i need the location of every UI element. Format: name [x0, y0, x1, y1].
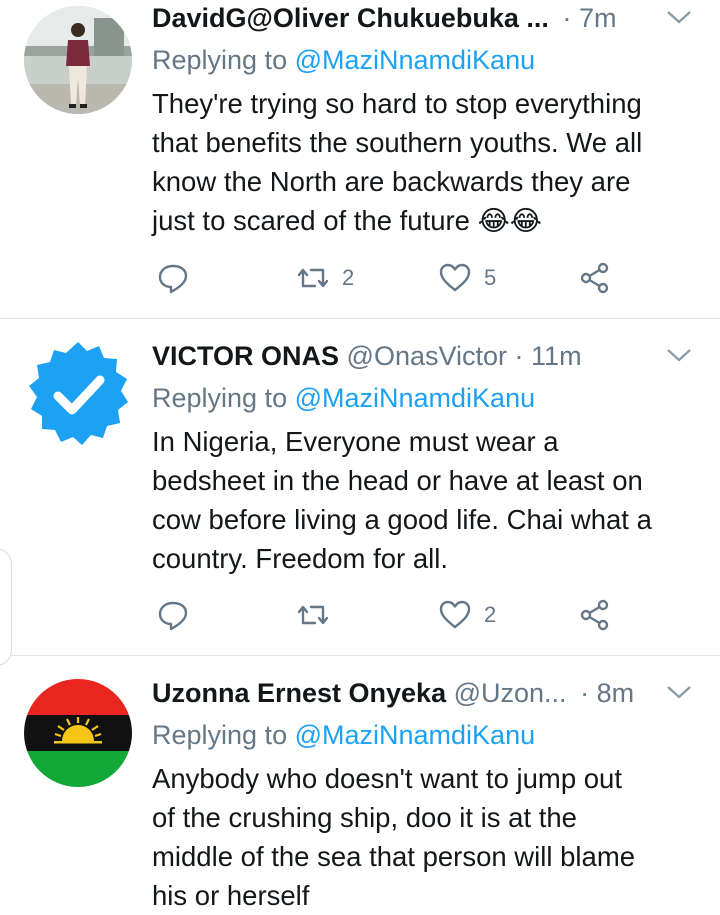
tweet-text-line: They're trying so hard to stop everythin…: [152, 88, 642, 119]
display-name[interactable]: DavidG@Oliver Chukuebuka ...: [152, 3, 549, 33]
chevron-down-icon[interactable]: [665, 6, 693, 28]
tweet-text-line: his or herself: [152, 880, 310, 911]
tweet-header: VICTOR ONAS @OnasVictor · 11m: [152, 338, 692, 374]
side-drawer-handle[interactable]: [0, 548, 12, 666]
reply-icon: [158, 264, 188, 294]
display-name[interactable]: VICTOR ONAS: [152, 341, 339, 371]
mention-link[interactable]: @MaziNnamdiKanu: [295, 720, 536, 750]
divider: [0, 318, 720, 319]
reply-button[interactable]: [156, 597, 190, 633]
tweet-text-line: cow before living a good life. Chai what…: [152, 504, 652, 535]
share-icon: [580, 599, 609, 631]
replying-to: Replying to @MaziNnamdiKanu: [152, 717, 535, 753]
tweet-text-line: Anybody who doesn't want to jump out: [152, 763, 622, 794]
share-button[interactable]: [578, 260, 612, 296]
person-photo-icon: [24, 6, 132, 114]
handle[interactable]: @Uzon...: [454, 678, 567, 708]
replying-to: Replying to @MaziNnamdiKanu: [152, 380, 535, 416]
replying-to: Replying to @MaziNnamdiKanu: [152, 42, 535, 78]
share-button[interactable]: [578, 597, 612, 633]
tweet[interactable]: Uzonna Ernest Onyeka @Uzon... · 8m Reply…: [0, 675, 720, 914]
like-count: 2: [484, 602, 497, 627]
tweet[interactable]: DavidG@Oliver Chukuebuka ... · 7m Replyi…: [0, 0, 720, 318]
replying-prefix: Replying to: [152, 383, 295, 413]
avatar[interactable]: [24, 340, 132, 448]
like-button[interactable]: 5: [438, 260, 496, 296]
replying-prefix: Replying to: [152, 720, 295, 750]
tweet-text: In Nigeria, Everyone must wear a bedshee…: [152, 422, 697, 578]
tweet-text-line: bedsheet in the head or have at least on: [152, 465, 643, 496]
tweet-text-line: just to scared of the future 😂😂: [152, 205, 542, 236]
tweet[interactable]: VICTOR ONAS @OnasVictor · 11m Replying t…: [0, 338, 720, 655]
mention-link[interactable]: @MaziNnamdiKanu: [295, 45, 536, 75]
avatar[interactable]: [24, 6, 132, 114]
tweet-header: DavidG@Oliver Chukuebuka ... · 7m: [152, 0, 692, 36]
timestamp[interactable]: · 11m: [515, 341, 582, 371]
retweet-icon: [297, 268, 329, 288]
retweet-button[interactable]: 2: [296, 260, 354, 296]
replying-prefix: Replying to: [152, 45, 295, 75]
retweet-icon: [297, 605, 329, 625]
tweet-text-line: In Nigeria, Everyone must wear a: [152, 426, 559, 457]
tweet-text: Anybody who doesn't want to jump out of …: [152, 759, 697, 915]
heart-icon: [439, 263, 471, 292]
share-icon: [580, 262, 609, 294]
retweet-count: 2: [342, 265, 355, 290]
verified-badge-icon: [29, 342, 128, 445]
like-count: 5: [484, 265, 497, 290]
tweet-text-line: country. Freedom for all.: [152, 543, 448, 574]
mention-link[interactable]: @MaziNnamdiKanu: [295, 383, 536, 413]
tweet-text-line: of the crushing ship, doo it is at the: [152, 802, 577, 833]
display-name[interactable]: Uzonna Ernest Onyeka: [152, 678, 446, 708]
chevron-down-icon[interactable]: [665, 681, 693, 703]
avatar[interactable]: [24, 679, 132, 787]
divider: [0, 655, 720, 656]
heart-icon: [439, 600, 471, 629]
biafra-flag-icon: [24, 679, 132, 787]
reply-button[interactable]: [156, 260, 190, 296]
handle[interactable]: @OnasVictor: [347, 341, 507, 371]
tweet-text: They're trying so hard to stop everythin…: [152, 84, 697, 240]
retweet-button[interactable]: [296, 597, 330, 633]
like-button[interactable]: 2: [438, 597, 496, 633]
tweet-header: Uzonna Ernest Onyeka @Uzon... · 8m: [152, 675, 692, 711]
tweet-text-line: that benefits the southern youths. We al…: [152, 127, 643, 158]
action-bar: 2: [152, 597, 632, 633]
tweet-text-line: know the North are backwards they are: [152, 166, 631, 197]
timestamp[interactable]: · 7m: [562, 3, 616, 33]
timestamp[interactable]: · 8m: [580, 678, 634, 708]
reply-icon: [158, 601, 188, 631]
chevron-down-icon[interactable]: [665, 344, 693, 366]
action-bar: 2 5: [152, 260, 632, 296]
tweet-text-line: middle of the sea that person will blame: [152, 841, 636, 872]
